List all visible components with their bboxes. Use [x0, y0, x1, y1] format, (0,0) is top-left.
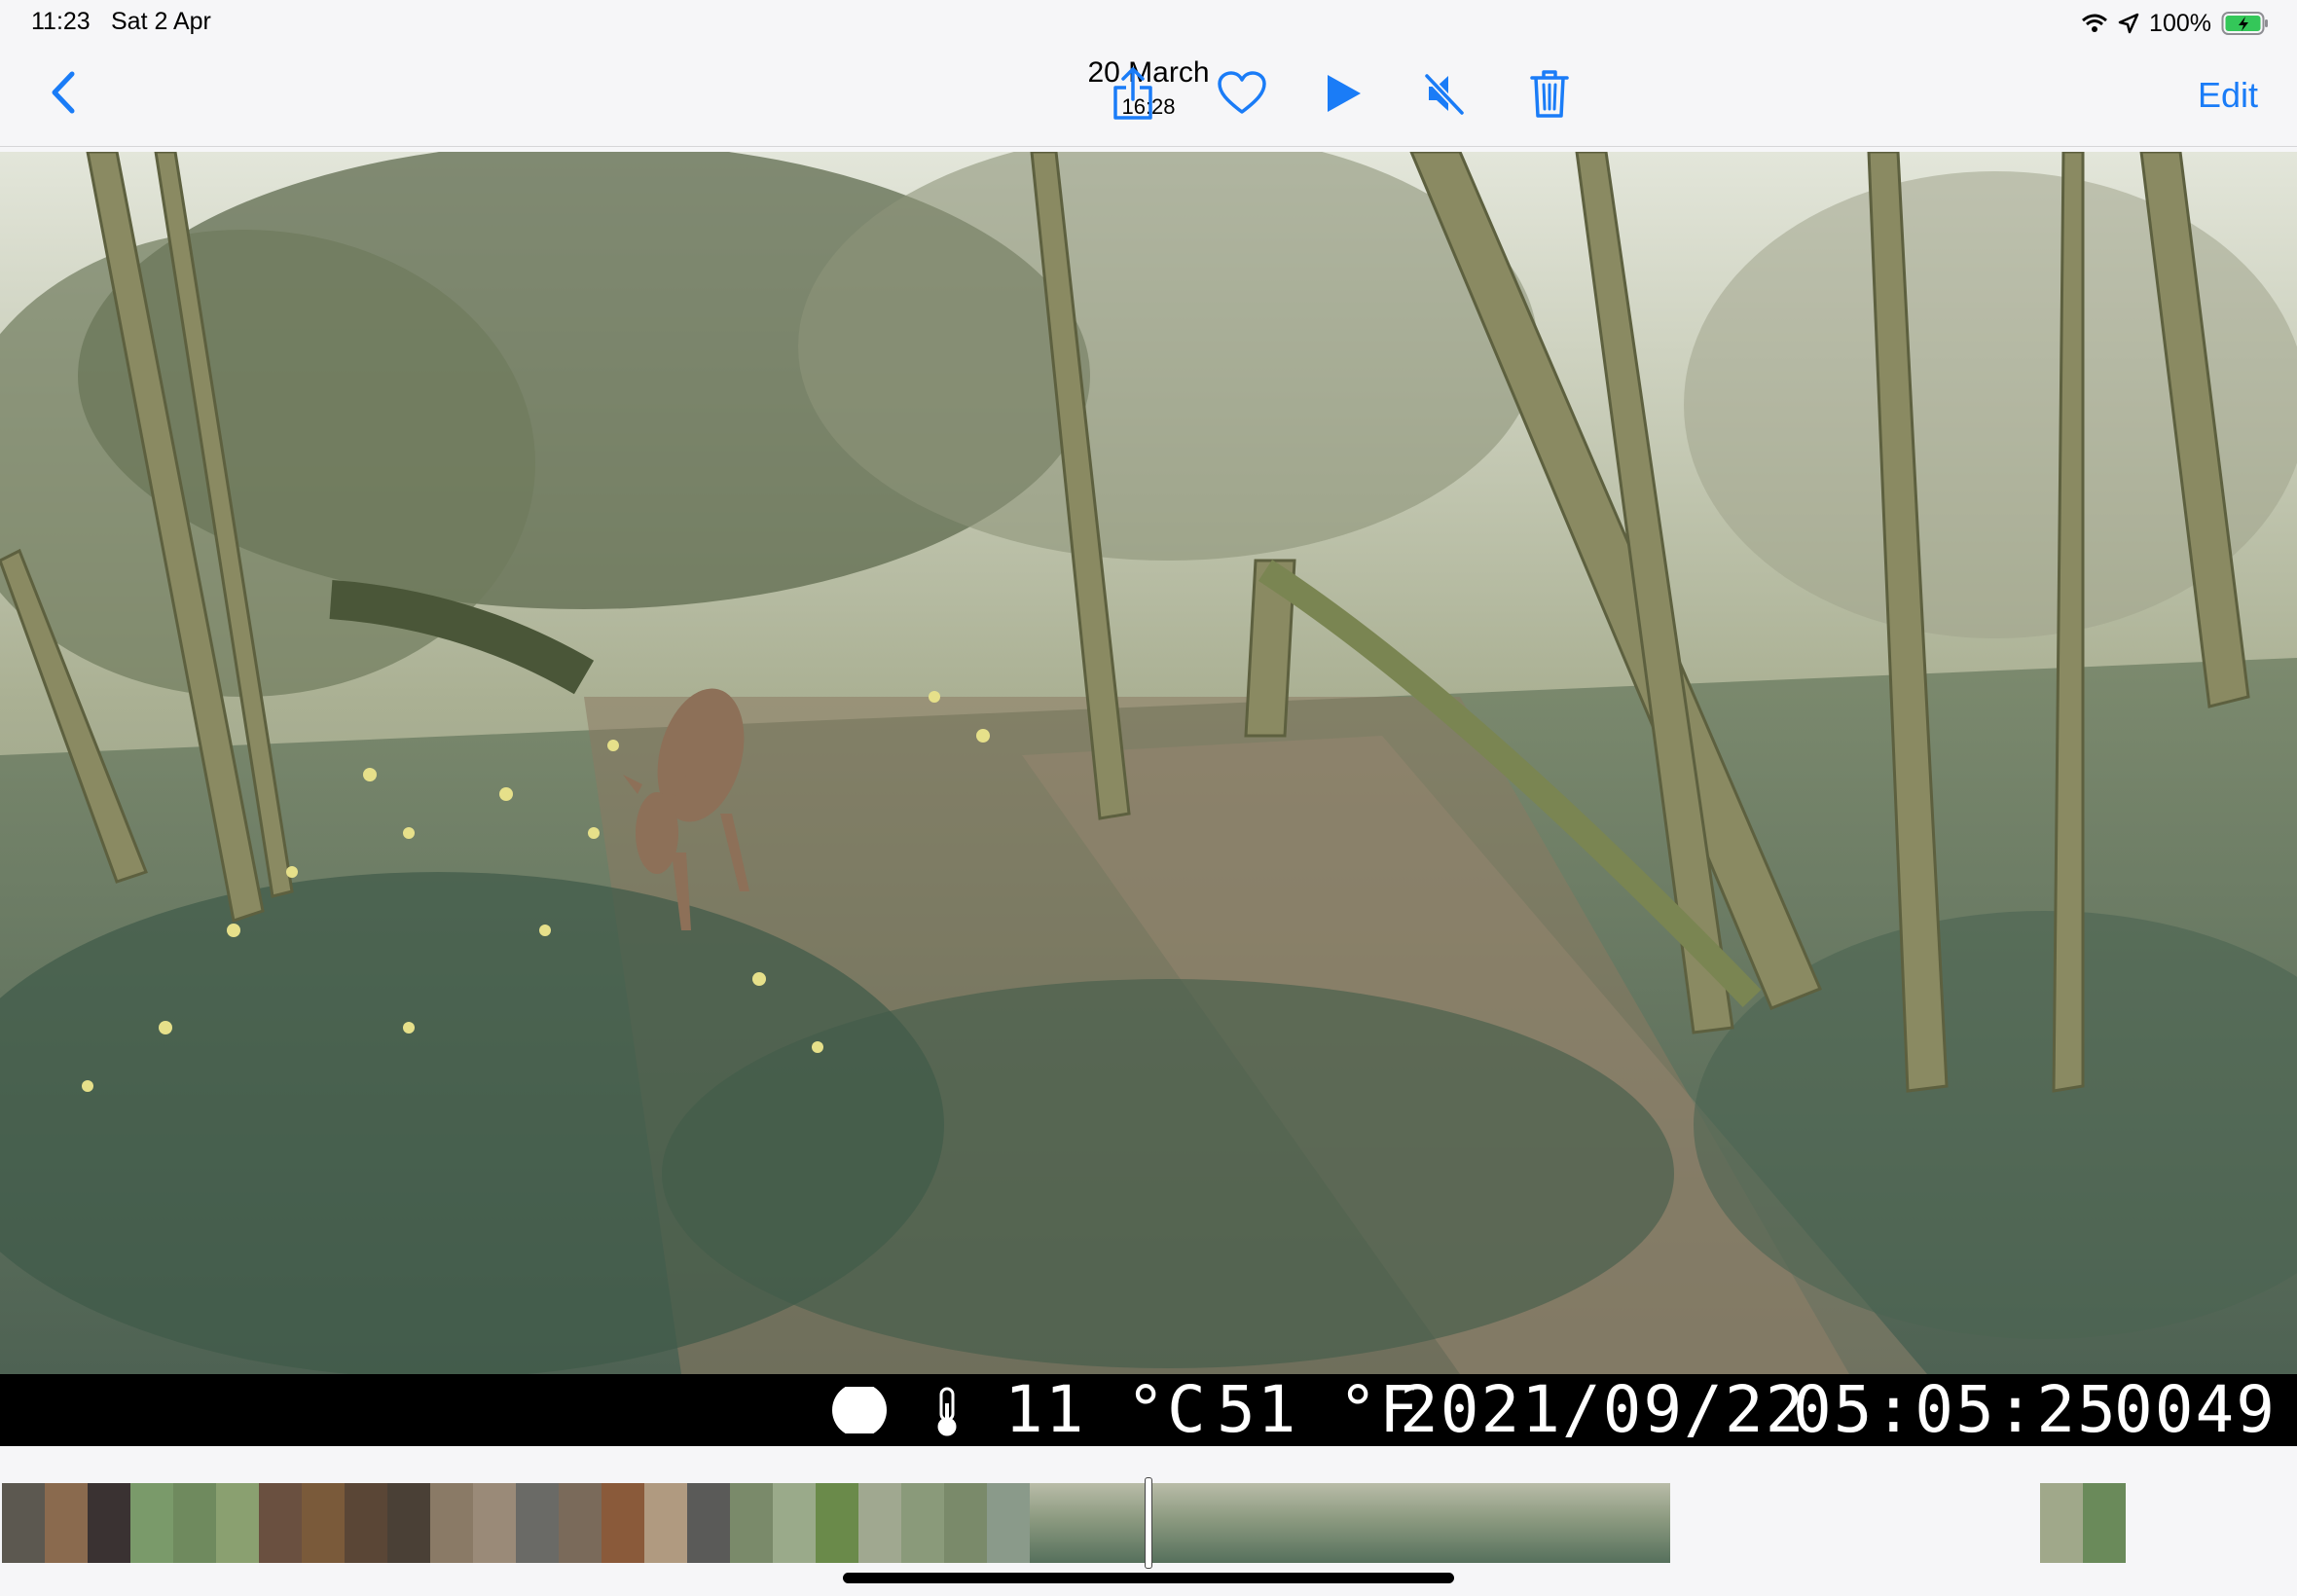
play-button[interactable] [1314, 68, 1372, 123]
filmstrip-thumbnail[interactable] [130, 1483, 173, 1563]
camera-info-bar: 11 °C 51 °F 2021/09/22 05:05:25 0049 [0, 1374, 2297, 1446]
video-scrubber-frame[interactable] [1213, 1483, 1258, 1563]
share-icon [1110, 66, 1156, 126]
filmstrip-thumbnail[interactable] [216, 1483, 259, 1563]
filmstrip-thumbnail[interactable] [602, 1483, 644, 1563]
camera-date: 2021/09/22 [1400, 1372, 1806, 1446]
filmstrip-thumbnail[interactable] [2040, 1483, 2083, 1563]
video-scrubber-frame[interactable] [1396, 1483, 1441, 1563]
home-indicator[interactable] [843, 1573, 1454, 1583]
temperature-celsius: 11 °C [1004, 1372, 1208, 1446]
filmstrip-thumbnail[interactable] [173, 1483, 216, 1563]
filmstrip-thumbnail[interactable] [516, 1483, 559, 1563]
share-button[interactable] [1104, 66, 1162, 126]
video-scrubber-frame[interactable] [1624, 1483, 1670, 1563]
video-scrubber-frame[interactable] [1579, 1483, 1624, 1563]
mute-button[interactable] [1415, 68, 1474, 123]
filmstrip-thumbnail[interactable] [773, 1483, 816, 1563]
delete-button[interactable] [1520, 68, 1579, 123]
status-bar: 11:23 Sat 2 Apr 100% [0, 0, 2297, 47]
battery-charging-icon [2221, 11, 2270, 36]
filmstrip-thumbnail[interactable] [473, 1483, 516, 1563]
filmstrip-thumbnail[interactable] [430, 1483, 473, 1563]
status-indicators: 100% [2081, 8, 2270, 39]
video-scrubber-frame[interactable] [1076, 1483, 1121, 1563]
wifi-icon [2081, 13, 2108, 34]
filmstrip-thumbnail[interactable] [730, 1483, 773, 1563]
filmstrip-thumbnail[interactable] [88, 1483, 130, 1563]
filmstrip-thumbnail[interactable] [259, 1483, 302, 1563]
filmstrip[interactable] [0, 1477, 2297, 1569]
filmstrip-thumbnail[interactable] [944, 1483, 987, 1563]
playhead[interactable] [1145, 1477, 1152, 1569]
chevron-left-icon [49, 70, 76, 120]
speaker-muted-icon [1421, 70, 1468, 122]
filmstrip-thumbnail[interactable] [45, 1483, 88, 1563]
video-scrubber-frame[interactable] [1487, 1483, 1533, 1563]
filmstrip-thumbnail[interactable] [559, 1483, 602, 1563]
video-scrubber-frame[interactable] [1350, 1483, 1396, 1563]
location-icon [2118, 13, 2139, 34]
video-scrubber-frame[interactable] [1167, 1483, 1213, 1563]
filmstrip-thumbnail[interactable] [2083, 1483, 2126, 1563]
play-icon [1324, 72, 1363, 120]
filmstrip-thumbnail[interactable] [987, 1483, 1030, 1563]
filmstrip-thumbnail[interactable] [2, 1483, 45, 1563]
back-button[interactable] [39, 68, 86, 121]
photo-viewer[interactable]: 11 °C 51 °F 2021/09/22 05:05:25 0049 [0, 152, 2297, 1446]
woodland-photo [0, 152, 2297, 1374]
filmstrip-thumbnail[interactable] [858, 1483, 901, 1563]
filmstrip-thumbnail[interactable] [687, 1483, 730, 1563]
filmstrip-thumbnail[interactable] [302, 1483, 345, 1563]
battery-percent: 100% [2149, 9, 2211, 37]
thermometer-icon [937, 1387, 957, 1436]
heart-icon [1217, 70, 1267, 121]
video-scrubber-frame[interactable] [1441, 1483, 1487, 1563]
filmstrip-thumbnail[interactable] [644, 1483, 687, 1563]
filmstrip-thumbnail[interactable] [816, 1483, 858, 1563]
trash-icon [1528, 67, 1571, 125]
moon-phase-icon [832, 1387, 887, 1433]
favorite-button[interactable] [1213, 68, 1271, 123]
camera-clock: 05:05:25 [1793, 1372, 2118, 1446]
video-scrubber-frame[interactable] [1304, 1483, 1350, 1563]
filmstrip-thumbnail[interactable] [345, 1483, 387, 1563]
status-time: 11:23 [31, 8, 91, 35]
filmstrip-thumbnail[interactable] [387, 1483, 430, 1563]
edit-button[interactable]: Edit [2198, 72, 2258, 119]
video-scrubber-frame[interactable] [1258, 1483, 1304, 1563]
nav-bar: 20 March 16:28 Edit [0, 47, 2297, 147]
video-scrubber-frame[interactable] [1030, 1483, 1076, 1563]
temperature-fahrenheit: 51 °F [1217, 1372, 1420, 1446]
status-date: Sat 2 Apr [111, 8, 211, 35]
frame-number: 0049 [2114, 1372, 2277, 1446]
filmstrip-thumbnail[interactable] [901, 1483, 944, 1563]
video-scrubber-frame[interactable] [1533, 1483, 1579, 1563]
